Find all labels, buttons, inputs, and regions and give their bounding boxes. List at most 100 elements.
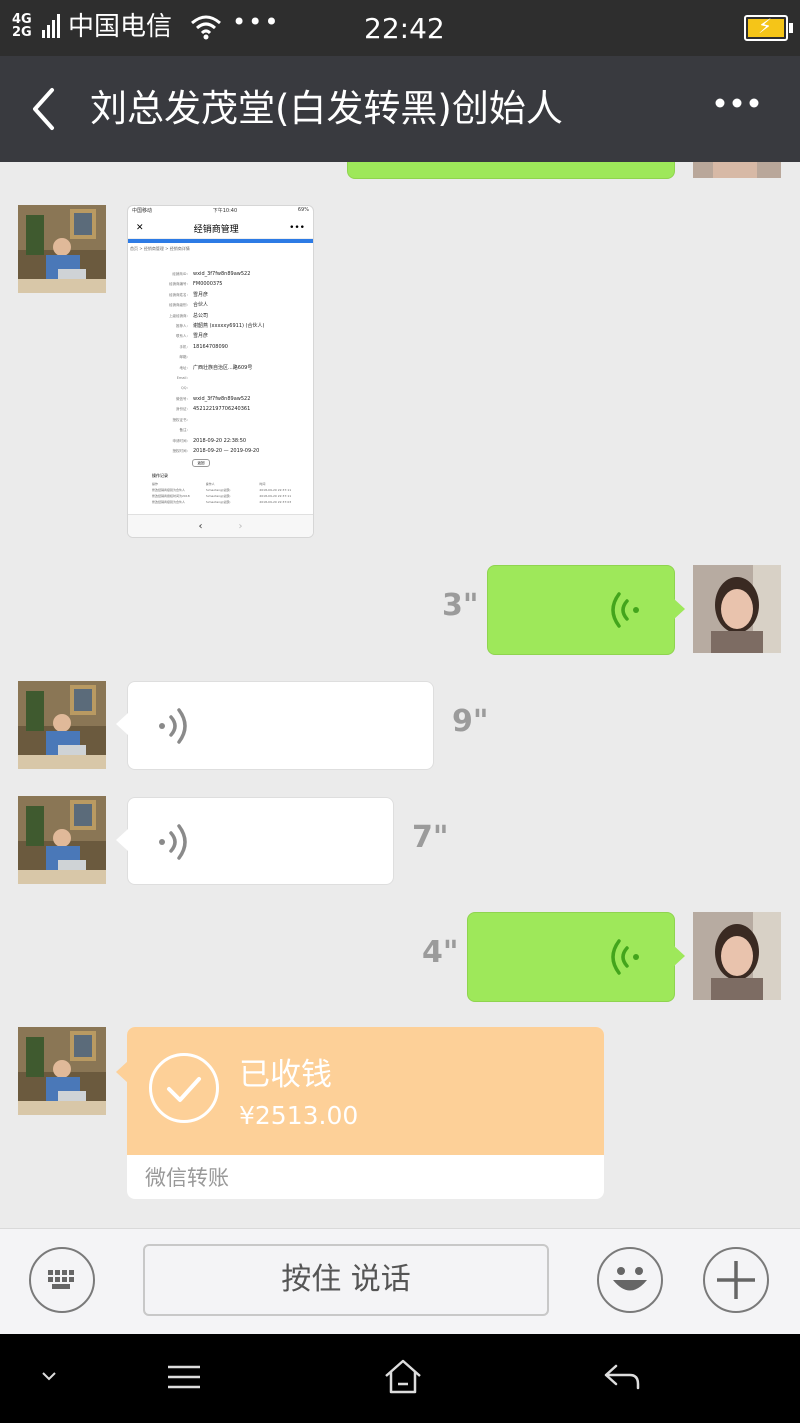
voice-duration: 7" (412, 820, 449, 855)
thumb-time: 下午10:40 (212, 208, 238, 214)
menu-icon[interactable] (164, 1362, 204, 1392)
self-avatar[interactable] (693, 565, 781, 653)
voice-duration: 3" (442, 588, 479, 623)
thumb-detail-value: 18164708090 (193, 343, 228, 350)
thumb-detail-value: 452122197706240361 (193, 406, 251, 413)
transfer-label: 微信转账 (145, 1166, 229, 1190)
thumb-detail-key: 经销商姓名： (169, 292, 190, 297)
thumb-detail-row: 微信号： wxid_3f7fw8n89aw522 (128, 394, 313, 404)
thumb-status-bar: 中国移动 下午10:40 69% (128, 206, 313, 218)
thumb-detail-key: 手机： (179, 344, 191, 349)
keyboard-toggle-button[interactable] (29, 1247, 95, 1313)
thumb-detail-key: 经销商编号： (169, 282, 190, 287)
thumb-detail-value: 谢韶燕 (xxxxxy6911) (合伙人) (193, 323, 265, 330)
more-actions-button[interactable] (703, 1247, 769, 1313)
thumb-detail-row: 备注： (128, 425, 313, 435)
thumb-detail-row: 授权时间： 2018-09-20 — 2019-09-20 (128, 446, 313, 456)
sent-voice-message[interactable] (487, 565, 675, 655)
received-voice-message[interactable] (127, 681, 434, 770)
more-options-icon[interactable] (714, 96, 760, 110)
thumb-detail-row: 经销商级别： 合伙人 (128, 300, 313, 310)
battery-charging-icon: ⚡ (744, 14, 793, 41)
thumb-log-cell: fumaotang(总部) (205, 500, 231, 505)
thumb-back-icon: ‹ (198, 520, 203, 532)
thumb-detail-key: Email： (176, 376, 190, 381)
transfer-message-card[interactable]: 已收钱 ¥2513.00 微信转账 (127, 1027, 604, 1199)
voice-wave-icon (159, 824, 187, 860)
thumb-detail-row: 地址： 广西壮族自治区...路609号 (128, 363, 313, 373)
transfer-status: 已收钱 (239, 1057, 332, 1093)
contact-avatar[interactable] (18, 796, 106, 884)
chat-title-overlay: 刘总发茂堂(白发转黑)创始人 (90, 87, 563, 130)
thumb-detail-row: 身份证： 452122197706240361 (128, 404, 313, 414)
thumb-detail-row: 推荐人： 谢韶燕 (xxxxxy6911) (合伙人) (128, 321, 313, 331)
received-voice-message[interactable] (127, 797, 394, 885)
home-icon[interactable] (382, 1358, 424, 1396)
carrier-name: 中国电信 (68, 12, 173, 42)
wifi-icon (191, 15, 221, 40)
thumb-detail-row: 邮箱： (128, 352, 313, 362)
thumb-detail-key: 经销商ID： (172, 272, 190, 276)
emoji-icon (613, 1267, 647, 1291)
thumb-log-cell: 2018-09-20 22:37:03 (259, 500, 292, 505)
keyboard-icon (48, 1270, 74, 1289)
bubble-tail (673, 945, 685, 967)
thumb-detail-key: 地址： (179, 365, 191, 370)
thumb-detail-row: 经销商编号： FM0000375 (128, 279, 313, 289)
thumb-detail-key: 推荐人： (176, 324, 190, 329)
clock: 22:42 (364, 12, 445, 45)
thumb-forward-icon: › (238, 520, 243, 532)
thumb-title: 经销商管理 (193, 224, 239, 235)
thumb-detail-row: 上级经销商： 总公司 (128, 311, 313, 321)
thumb-detail-value: wxid_3f7fw8n89aw522 (193, 271, 251, 277)
thumb-detail-row: 经销商ID： wxid_3f7fw8n89aw522 (128, 269, 313, 279)
thumb-detail-row: 联系人： 雪月彦 (128, 331, 313, 341)
thumb-detail-value: 广西壮族自治区...路609号 (193, 364, 253, 371)
status-more-indicator: ••• (232, 8, 281, 36)
thumb-detail-key: 申请时间： (172, 438, 191, 443)
thumb-log-row: 修改经销商级别为合伙人 fumaotang(总部) 2018-09-20 22:37… (128, 499, 313, 505)
plus-icon (717, 1261, 755, 1299)
contact-avatar[interactable] (18, 1027, 106, 1115)
thumb-detail-value: 雪月彦 (193, 333, 209, 340)
thumb-detail-key: 授权证书： (172, 417, 191, 422)
signal-icon (42, 14, 60, 38)
thumb-detail-value: FM0000375 (193, 281, 223, 288)
check-circle-icon (149, 1053, 219, 1123)
thumb-detail-list: 经销商ID： wxid_3f7fw8n89aw522 经销商编号： FM0000375… (128, 269, 313, 456)
back-arrow-icon[interactable] (602, 1362, 642, 1392)
status-bar: 4G 2G 中国电信 ••• 22:42 ⚡ (0, 0, 800, 56)
thumb-log-cell: 修改经销商级别为合伙人 (152, 500, 186, 505)
bubble-tail (116, 829, 128, 851)
emoji-button[interactable] (597, 1247, 663, 1313)
thumb-detail-row: 经销商姓名： 雪月彦 (128, 290, 313, 300)
contact-avatar[interactable] (18, 205, 106, 293)
thumb-detail-key: 上级经销商： (169, 313, 190, 318)
thumb-detail-value: 2018-09-20 — 2019-09-20 (193, 447, 260, 454)
input-bar: 按住 说话 (0, 1228, 800, 1335)
voice-duration: 4" (422, 935, 459, 970)
thumb-detail-value: 2018-09-20 22:38:50 (193, 437, 247, 444)
thumb-log-title: 操作记录 (152, 473, 168, 479)
voice-wave-icon (159, 708, 187, 744)
shared-screenshot-image[interactable]: 中国移动 下午10:40 69% ✕ 经销商管理 ••• 首页 > 经销商管理 … (127, 205, 314, 538)
thumb-detail-value: wxid_3f7fw8n89aw522 (193, 395, 251, 402)
contact-avatar[interactable] (18, 681, 106, 769)
thumb-detail-key: 微信号： (176, 396, 190, 401)
self-avatar[interactable] (693, 912, 781, 1000)
thumb-detail-row: 手机： 18164708090 (128, 342, 313, 352)
chevron-down-icon[interactable] (40, 1370, 58, 1382)
thumb-detail-key: 邮箱： (179, 355, 191, 360)
sent-voice-message[interactable] (467, 912, 675, 1002)
thumb-carrier: 中国移动 (132, 208, 153, 214)
hold-to-talk-button[interactable]: 按住 说话 (143, 1244, 549, 1316)
thumb-detail-row: 申请时间： 2018-09-20 22:38:50 (128, 436, 313, 446)
network-type: 4G 2G (12, 12, 32, 40)
thumb-detail-key: 授权时间： (172, 448, 191, 453)
voice-duration: 9" (452, 704, 489, 739)
back-chevron-icon[interactable] (30, 86, 56, 132)
thumb-detail-key: 身份证： (176, 407, 190, 412)
thumb-return-button: 返回 (192, 459, 210, 468)
thumb-navbar: ✕ 经销商管理 ••• (128, 218, 313, 239)
thumb-detail-key: 备注： (179, 428, 191, 433)
